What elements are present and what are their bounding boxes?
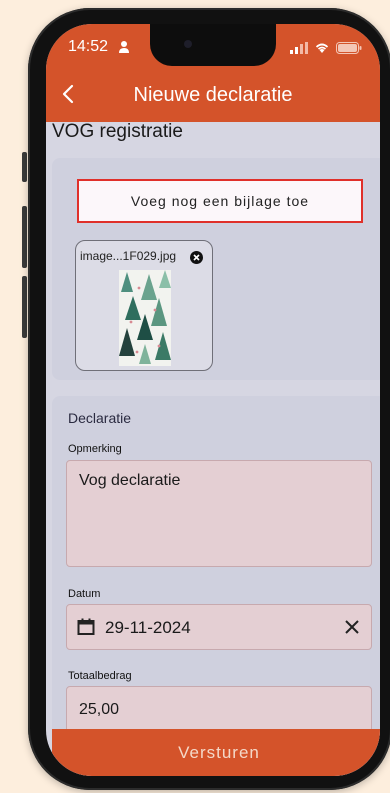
remark-textarea[interactable]: Vog declaratie bbox=[66, 460, 372, 567]
clear-date-icon[interactable] bbox=[345, 620, 359, 634]
amount-label: Totaalbedrag bbox=[68, 670, 132, 682]
date-field[interactable]: 29-11-2024 bbox=[66, 604, 372, 650]
side-button-volume-up bbox=[22, 206, 27, 268]
person-icon bbox=[119, 41, 129, 53]
calendar-icon[interactable] bbox=[77, 618, 95, 636]
dynamic-island bbox=[150, 24, 276, 66]
date-label: Datum bbox=[68, 588, 101, 600]
page-title: Nieuwe declaratie bbox=[133, 84, 293, 106]
app-bar: 14:52 Nieuwe declaratie bbox=[46, 24, 380, 122]
cellular-signal-icon bbox=[290, 42, 308, 54]
attachment-filename: image...1F029.jpg bbox=[80, 249, 177, 263]
phone-screen: 14:52 Nieuwe declaratie VOG registratie … bbox=[46, 24, 380, 776]
submit-button[interactable]: Versturen bbox=[52, 729, 380, 776]
add-attachment-button[interactable]: Voeg nog een bijlage toe bbox=[77, 179, 363, 223]
battery-icon bbox=[336, 42, 362, 54]
section-heading: VOG registratie bbox=[52, 121, 183, 142]
remove-attachment-icon[interactable] bbox=[190, 251, 203, 264]
wifi-icon bbox=[315, 43, 329, 53]
side-button-action bbox=[22, 152, 27, 182]
status-icons bbox=[290, 42, 362, 54]
status-bar: 14:52 bbox=[46, 24, 380, 66]
amount-value: 25,00 bbox=[79, 701, 120, 718]
attachment-thumbnail[interactable]: image...1F029.jpg bbox=[75, 240, 213, 371]
remark-label: Opmerking bbox=[68, 443, 122, 455]
date-value: 29-11-2024 bbox=[105, 618, 191, 637]
remark-value: Vog declaratie bbox=[79, 472, 181, 489]
side-button-volume-down bbox=[22, 276, 27, 338]
attachment-preview-image bbox=[119, 270, 171, 366]
status-time: 14:52 bbox=[68, 38, 109, 55]
declaration-section-title: Declaratie bbox=[68, 410, 132, 426]
